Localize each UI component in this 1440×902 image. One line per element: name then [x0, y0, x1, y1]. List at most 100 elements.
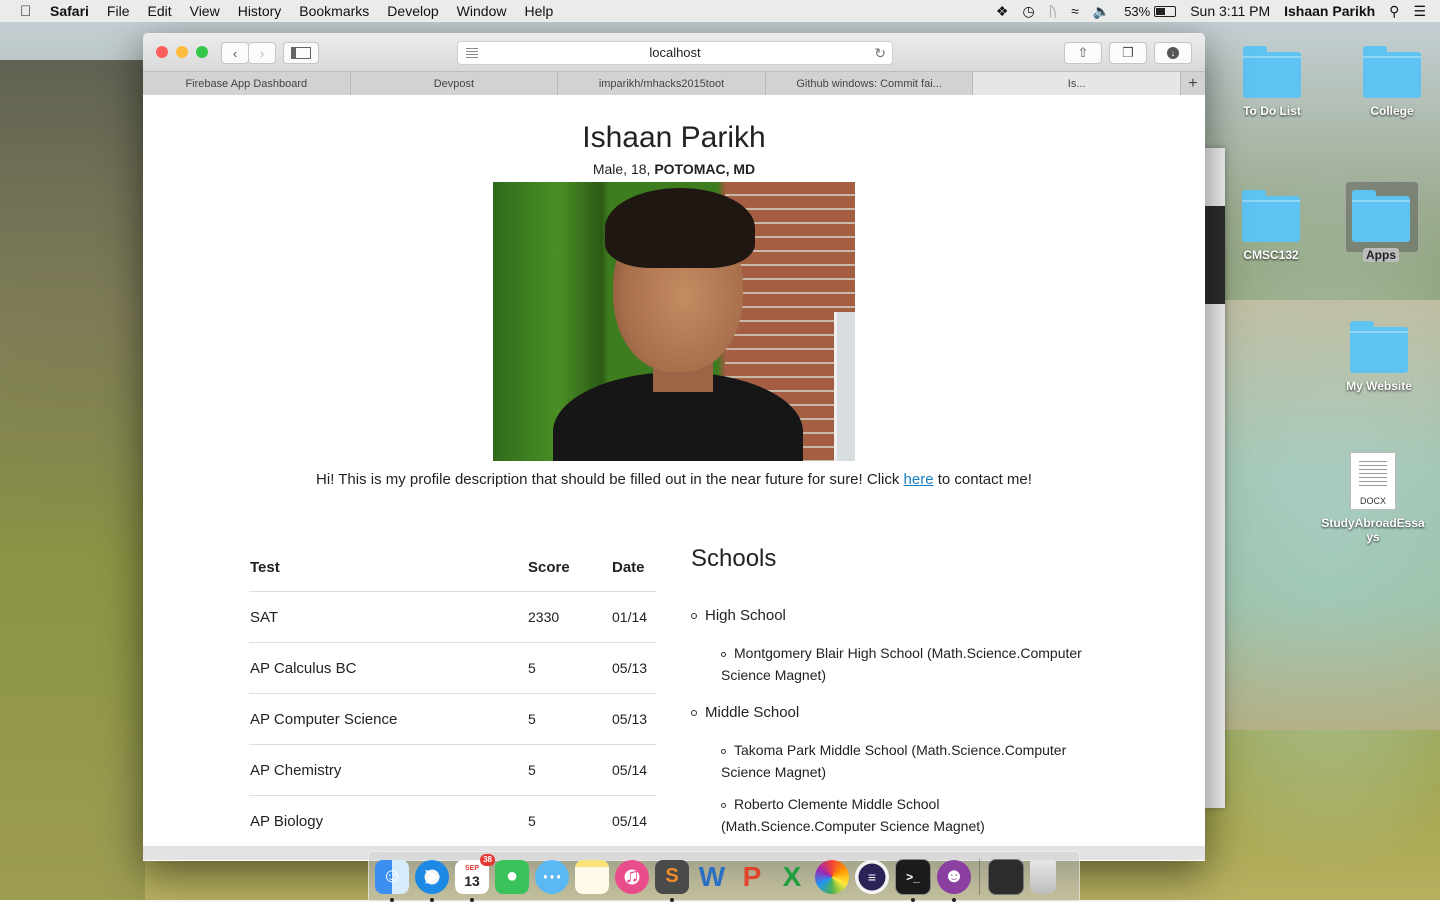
header-test: Test — [249, 543, 527, 592]
header-score: Score — [527, 543, 611, 592]
list-item: Montgomery Blair High School (Math.Scien… — [721, 645, 1082, 683]
page-content: Ishaan Parikh Male, 18, POTOMAC, MD Hi! … — [143, 95, 1205, 861]
menu-edit[interactable]: Edit — [147, 3, 171, 19]
table-row: SAT 2330 01/14 — [249, 591, 656, 643]
downloads-button[interactable]: ↓ — [1154, 42, 1192, 64]
reload-icon[interactable]: ↻ — [874, 42, 886, 64]
background-window[interactable] — [1205, 148, 1225, 808]
desktop-file-studyabroadessays[interactable]: DOCX StudyAbroadEssays — [1318, 452, 1428, 544]
notification-center-icon[interactable]: ☰ — [1413, 3, 1426, 20]
list-item: Roberto Clemente Middle School (Math.Sci… — [721, 796, 985, 834]
menu-app-safari[interactable]: Safari — [50, 3, 89, 19]
desktop-folder-apps[interactable]: Apps — [1326, 190, 1436, 264]
folder-icon — [1350, 321, 1408, 373]
tab-firebase[interactable]: Firebase App Dashboard — [143, 72, 351, 96]
folder-icon — [1243, 46, 1301, 98]
profile-photo — [493, 182, 855, 461]
dock-finder-icon[interactable]: ☺ — [375, 859, 409, 902]
menu-view[interactable]: View — [190, 3, 220, 19]
dock-facetime-icon[interactable]: ● — [495, 859, 529, 894]
time-machine-icon[interactable]: ◷ — [1022, 3, 1034, 20]
menu-develop[interactable]: Develop — [387, 3, 438, 19]
volume-icon[interactable]: 🔈 — [1093, 3, 1110, 20]
profile-description: Hi! This is my profile description that … — [316, 471, 1032, 488]
menu-clock[interactable]: Sun 3:11 PM — [1190, 3, 1270, 19]
dock-sublime-icon[interactable]: S — [655, 859, 689, 902]
dropbox-icon[interactable]: ❖ — [996, 3, 1009, 20]
dock-separator — [979, 858, 980, 895]
folder-icon — [1363, 46, 1421, 98]
profile-meta: Male, 18, POTOMAC, MD — [143, 161, 1205, 177]
apple-menu-icon[interactable]:  — [20, 3, 36, 20]
back-button[interactable]: ‹ — [221, 42, 249, 64]
tab-mhacks[interactable]: imparikh/mhacks2015toot — [558, 72, 766, 96]
spotlight-icon[interactable]: ⚲ — [1389, 3, 1399, 20]
dock-calendar-icon[interactable]: SEP 13 38 — [455, 853, 495, 902]
table-row: AP Calculus BC 5 05/13 — [249, 642, 656, 694]
folder-icon — [1352, 190, 1410, 242]
menu-bookmarks[interactable]: Bookmarks — [299, 3, 369, 19]
share-button[interactable]: ⇧ — [1064, 42, 1102, 64]
forward-button[interactable]: › — [248, 42, 276, 64]
tabs-overview-button[interactable]: ❐ — [1109, 42, 1147, 64]
minimize-button[interactable] — [176, 46, 188, 58]
menu-file[interactable]: File — [107, 3, 130, 19]
schools-section: Schools High School Montgomery Blair Hig… — [691, 543, 1111, 837]
battery-percent[interactable]: 53% — [1124, 4, 1150, 19]
browser-toolbar: ‹ › localhost ↻ ⇧ ❐ ↓ — [143, 33, 1205, 71]
dock-github-icon[interactable]: ☻ — [937, 859, 971, 902]
menu-user[interactable]: Ishaan Parikh — [1284, 3, 1375, 19]
reader-icon[interactable] — [466, 48, 478, 58]
battery-icon[interactable] — [1154, 5, 1177, 17]
dock-safari-icon[interactable]: ➤ — [415, 859, 449, 902]
docx-file-icon: DOCX — [1350, 452, 1396, 510]
dock-terminal-icon[interactable]: >_ — [895, 858, 931, 902]
zoom-button[interactable] — [196, 46, 208, 58]
window-controls — [156, 46, 216, 58]
sidebar-icon — [291, 47, 311, 59]
menu-history[interactable]: History — [238, 3, 282, 19]
sidebar-toggle-button[interactable] — [283, 42, 319, 64]
dock-word-icon[interactable]: W — [695, 860, 729, 894]
schools-title: Schools — [691, 545, 777, 572]
profile-name: Ishaan Parikh — [582, 121, 766, 154]
dock-messages-icon[interactable]: ⋯ — [535, 859, 569, 894]
dock-powerpoint-icon[interactable]: P — [735, 860, 769, 894]
desktop-folder-cmsc132[interactable]: CMSC132 — [1216, 190, 1326, 262]
desktop-folder-college[interactable]: College — [1337, 46, 1440, 118]
menu-help[interactable]: Help — [524, 3, 553, 19]
calendar-month: SEP — [464, 864, 479, 872]
bluetooth-icon[interactable]: ᚢ — [1049, 3, 1057, 19]
close-button[interactable] — [156, 46, 168, 58]
table-header-row: Test Score Date — [249, 543, 656, 592]
dock-eclipse-icon[interactable]: ≡ — [855, 859, 889, 894]
dock-notes-icon[interactable] — [575, 859, 609, 894]
test-scores-table: Test Score Date SAT 2330 01/14 AP Calcul… — [249, 543, 656, 847]
menu-window[interactable]: Window — [457, 3, 507, 19]
dock-stack-icon[interactable] — [988, 858, 1024, 895]
menu-bar:  Safari File Edit View History Bookmark… — [0, 0, 1440, 22]
address-text: localhost — [649, 45, 701, 60]
list-item: High School — [691, 607, 1111, 624]
tab-active[interactable]: Is... — [973, 72, 1181, 96]
desktop-folder-my-website[interactable]: My Website — [1324, 321, 1434, 393]
dock: ☺ ➤ SEP 13 38 ● ⋯ ♫ S W P X ≡ >_ ☻ — [368, 851, 1080, 902]
dock-itunes-icon[interactable]: ♫ — [615, 859, 649, 894]
dock-photos-icon[interactable] — [815, 859, 849, 894]
tab-devpost[interactable]: Devpost — [351, 72, 559, 96]
dock-excel-icon[interactable]: X — [775, 860, 809, 894]
calendar-day: 13 — [464, 872, 480, 889]
new-tab-button[interactable]: + — [1181, 72, 1205, 96]
address-bar[interactable]: localhost ↻ — [457, 41, 893, 65]
desktop-folder-to-do-list[interactable]: To Do List — [1217, 46, 1327, 118]
list-item: Middle School — [691, 704, 1111, 721]
download-icon: ↓ — [1167, 47, 1179, 59]
list-item: Takoma Park Middle School (Math.Science.… — [721, 742, 1067, 780]
table-row: AP Computer Science 5 05/13 — [249, 693, 656, 745]
contact-link[interactable]: here — [904, 471, 934, 488]
table-row: AP Biology 5 05/14 — [249, 795, 656, 847]
tab-github-windows[interactable]: Github windows: Commit fai... — [766, 72, 974, 96]
trash-icon[interactable] — [1030, 859, 1056, 894]
folder-icon — [1242, 190, 1300, 242]
wifi-icon[interactable]: ≈ — [1071, 3, 1079, 19]
